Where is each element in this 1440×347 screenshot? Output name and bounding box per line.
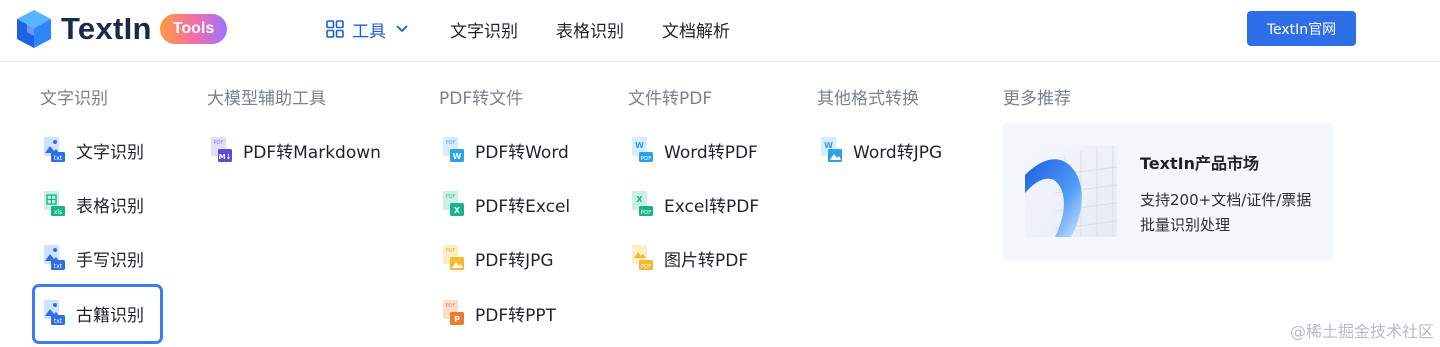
pdf-doc-icon: X PDF [632,191,653,216]
grid-icon [326,20,344,38]
menu-item-ancient-book-ocr[interactable]: txt 古籍识别 [40,298,144,328]
menu-item-word-to-pdf[interactable]: W PDF Word转PDF [628,135,758,165]
watermark-text: @稀土掘金技术社区 [1289,322,1434,341]
tools-badge: Tools [159,14,228,44]
menu-item-pdf-to-ppt[interactable]: PDF P PDF转PPT [439,298,556,328]
ppt-doc-icon: PDF P [443,300,464,325]
image-doc-icon: txt [44,300,65,325]
nav-item-table-recognition[interactable]: 表格识别 [556,0,624,58]
menu-item-excel-to-pdf[interactable]: X PDF Excel转PDF [628,189,759,219]
markdown-doc-icon: PDF M↓ [211,137,232,162]
column-title-file-to-pdf: 文件转PDF [628,89,713,109]
column-title-other-formats: 其他格式转换 [817,89,919,109]
menu-item-text-ocr[interactable]: txt 文字识别 [40,135,144,165]
menu-item-image-to-pdf[interactable]: PDF 图片转PDF [628,243,748,273]
svg-text:PDF: PDF [641,210,652,216]
nav-item-document-parsing[interactable]: 文档解析 [662,0,730,58]
svg-text:txt: txt [54,318,63,325]
svg-text:PDF: PDF [446,303,456,309]
jpg-doc-icon: PDF [443,245,464,270]
card-description: 支持200+文档/证件/票据批量识别处理 [1140,191,1312,234]
logo-wordmark: TextIn [61,11,152,46]
column-title-text-recognition: 文字识别 [40,89,108,109]
nav-tools-label: 工具 [352,21,386,42]
svg-text:PDF: PDF [446,248,456,254]
pdf-doc-icon: W PDF [632,137,653,162]
svg-text:PDF: PDF [641,156,652,162]
excel-doc-icon: PDF X [443,191,464,216]
menu-item-label: PDF转PPT [475,305,557,326]
svg-text:txt: txt [54,263,63,270]
svg-text:X: X [636,195,643,204]
svg-text:xls: xls [54,209,62,216]
menu-item-label: 文字识别 [76,142,144,163]
menu-item-pdf-to-word[interactable]: PDF W PDF转Word [439,135,569,165]
word-doc-icon: W [821,137,842,162]
nav-item-text-recognition[interactable]: 文字识别 [450,0,518,58]
svg-text:PDF: PDF [214,140,224,146]
svg-text:P: P [454,315,460,324]
chevron-down-icon [396,25,408,33]
menu-item-label: PDF转Excel [475,196,571,217]
word-doc-icon: PDF W [443,137,464,162]
column-title-more-recommend: 更多推荐 [1003,89,1071,109]
menu-item-label: Word转JPG [853,142,943,163]
pdf-doc-icon: PDF [632,245,653,270]
textin-market-card[interactable]: TextIn产品市场 支持200+文档/证件/票据批量识别处理 [1003,123,1333,260]
svg-text:PDF: PDF [446,140,456,146]
top-navbar: TextIn Tools 工具 文字识别 表格识别 文档解析 TextIn官网 [0,0,1440,62]
svg-text:txt: txt [54,155,63,162]
menu-item-handwriting-ocr[interactable]: txt 手写识别 [40,243,144,273]
table-doc-icon: xls [44,191,65,216]
column-title-pdf-to-file: PDF转文件 [439,89,524,109]
menu-item-label: PDF转Word [475,142,569,163]
menu-item-label: 表格识别 [76,196,144,217]
svg-text:PDF: PDF [446,194,456,200]
menu-item-pdf-to-markdown[interactable]: PDF M↓ PDF转Markdown [207,135,381,165]
menu-item-label: Excel转PDF [664,196,760,217]
svg-text:W: W [824,141,833,150]
menu-item-label: Word转PDF [664,142,758,163]
column-title-llm-tools: 大模型辅助工具 [207,89,326,109]
menu-item-pdf-to-excel[interactable]: PDF X PDF转Excel [439,189,570,219]
menu-item-label: 图片转PDF [664,250,749,271]
market-banner-image [1025,145,1117,237]
nav-tools-dropdown[interactable]: 工具 [326,0,408,58]
menu-item-label: PDF转Markdown [243,142,381,163]
image-doc-icon: txt [44,245,65,270]
menu-item-label: 手写识别 [76,250,144,271]
card-title: TextIn产品市场 [1140,154,1259,173]
textin-official-site-button[interactable]: TextIn官网 [1247,11,1356,46]
image-doc-icon: txt [44,137,65,162]
svg-text:W: W [453,152,462,161]
svg-text:W: W [635,141,644,150]
menu-item-table-ocr[interactable]: xls 表格识别 [40,189,144,219]
svg-text:M↓: M↓ [219,153,232,161]
menu-item-word-to-jpg[interactable]: W Word转JPG [817,135,942,165]
svg-text:PDF: PDF [641,264,652,270]
menu-item-label: 古籍识别 [76,305,144,326]
svg-text:X: X [454,206,461,215]
menu-item-label: PDF转JPG [475,250,554,271]
menu-item-pdf-to-jpg[interactable]: PDF PDF转JPG [439,243,554,273]
textin-logo[interactable]: TextIn Tools [16,8,228,50]
textin-cube-logo-icon [17,10,51,48]
